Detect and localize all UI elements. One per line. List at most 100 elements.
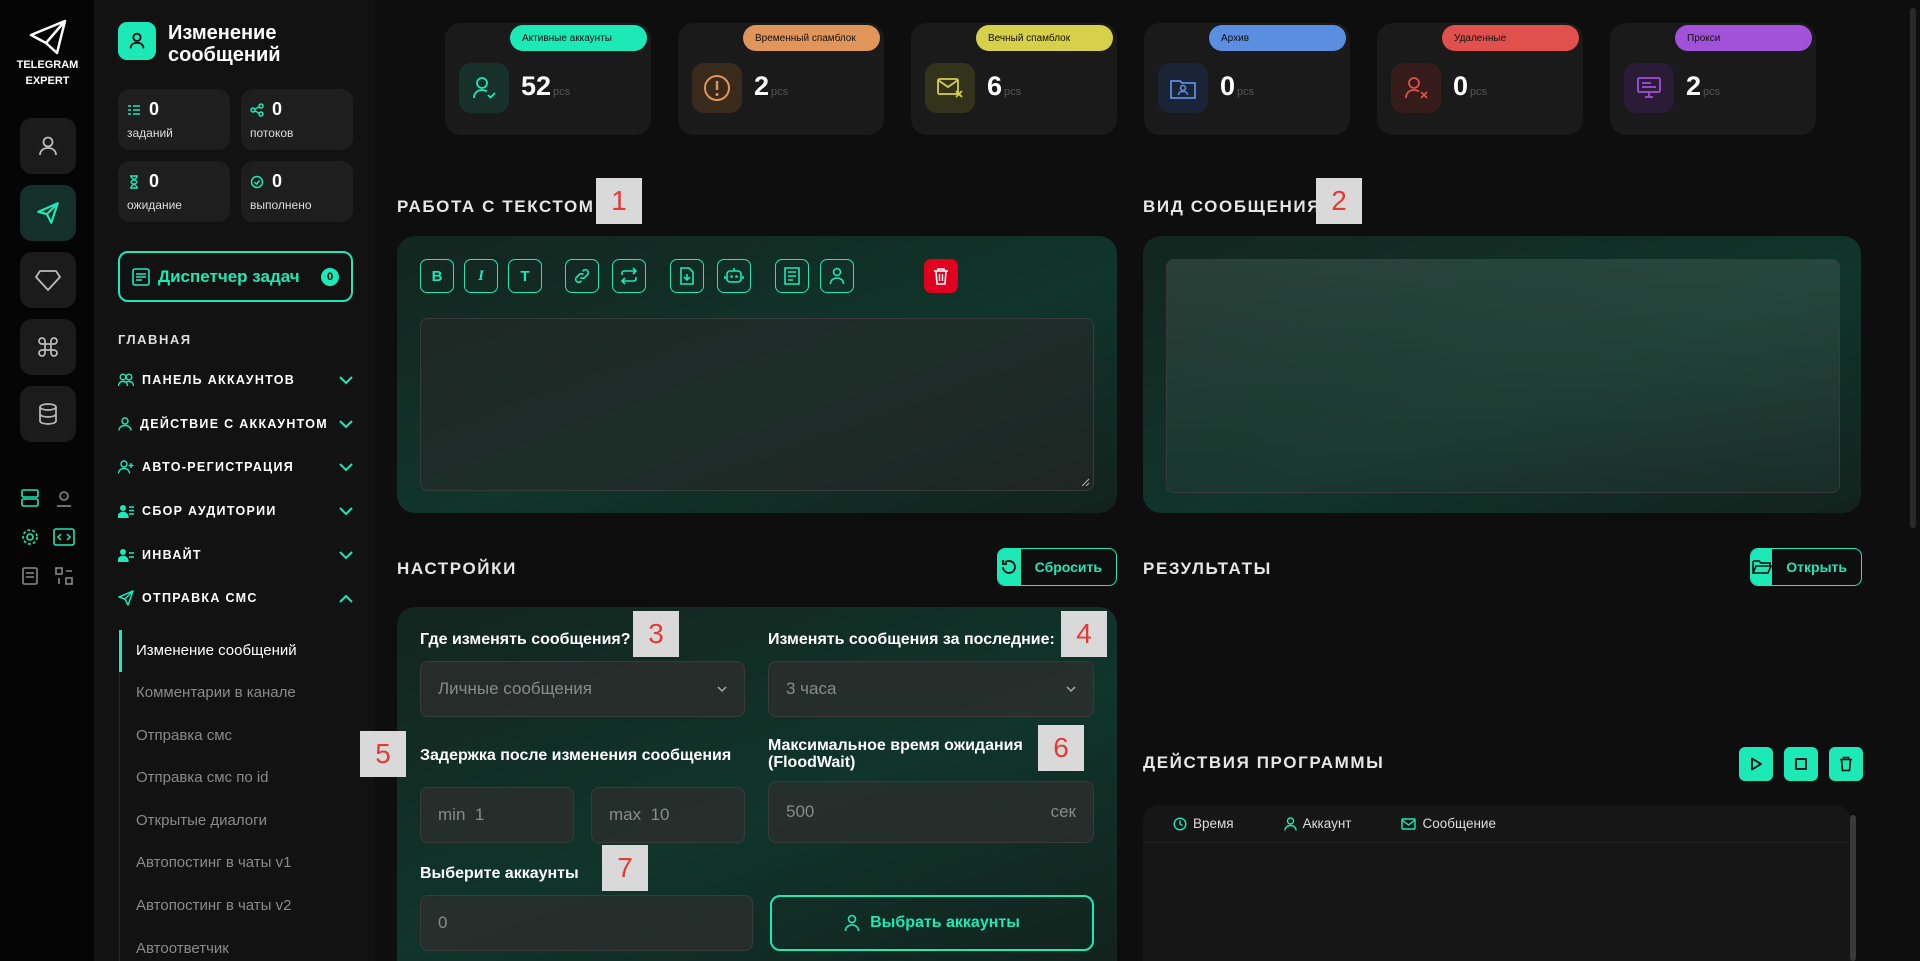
chevron-down-icon — [717, 685, 727, 692]
card-temp-spamblock[interactable]: Временный спамблок 2 pcs — [678, 23, 884, 135]
accounts-input[interactable]: 0 — [420, 895, 753, 951]
stop-button[interactable] — [1784, 747, 1818, 781]
check-circle-icon — [250, 175, 264, 188]
nav-account-actions[interactable]: ДЕЙСТВИЕ С АККАУНТОМ — [118, 410, 353, 438]
card-archive[interactable]: Архив 0 pcs — [1144, 23, 1350, 135]
annotation-marker-7: 7 — [602, 845, 648, 891]
send-icon — [37, 202, 59, 224]
card-label: Удаленные — [1442, 25, 1579, 51]
floodwait-unit: сек — [1050, 802, 1076, 821]
rail-database-button[interactable] — [20, 386, 76, 442]
nav-accounts-panel[interactable]: ПАНЕЛЬ АККАУНТОВ — [118, 366, 353, 394]
period-select[interactable]: 3 часа — [768, 661, 1094, 717]
italic-button[interactable]: I — [464, 259, 498, 293]
rail-mini-server-icon[interactable] — [19, 487, 41, 509]
sub-item-edit-messages[interactable]: Изменение сообщений — [136, 642, 297, 659]
rail-mini-location-icon[interactable] — [53, 487, 75, 509]
delay-min-input[interactable]: min 1 — [420, 787, 574, 843]
card-proxy[interactable]: Прокси 2 pcs — [1610, 23, 1816, 135]
where-select[interactable]: Личные сообщения — [420, 661, 745, 717]
clear-text-button[interactable] — [924, 259, 958, 293]
nav-invite[interactable]: ИНВАЙТ — [118, 541, 353, 569]
log-column-message[interactable]: Сообщение — [1401, 816, 1496, 831]
rail-accounts-button[interactable] — [20, 118, 76, 174]
nav-label: ОТПРАВКА СМС — [142, 591, 258, 605]
rail-mini-document-icon[interactable] — [19, 565, 41, 587]
actions-title: ДЕЙСТВИЯ ПРОГРАММЫ — [1143, 753, 1385, 772]
message-text-input[interactable] — [420, 318, 1094, 491]
rail-mini-code-icon[interactable] — [53, 526, 75, 548]
task-dispatcher-button[interactable]: Диспетчер задач 0 — [118, 251, 353, 302]
rail-premium-button[interactable] — [20, 252, 76, 308]
sub-item-open-dialogs[interactable]: Открытые диалоги — [136, 812, 267, 829]
period-label: Изменять сообщения за последние: — [768, 631, 1055, 648]
card-value: 2 — [754, 71, 770, 101]
card-value: 6 — [987, 71, 1003, 101]
user-x-icon — [1391, 63, 1441, 113]
delay-max-input[interactable]: max 10 — [591, 787, 745, 843]
floodwait-input[interactable]: 500 сек — [768, 781, 1094, 843]
app-logo[interactable]: TELEGRAM EXPERT — [0, 18, 95, 88]
link-button[interactable] — [565, 259, 599, 293]
stat-threads: 0 потоков — [241, 89, 353, 150]
sub-item-autoposting-v1[interactable]: Автопостинг в чаты v1 — [136, 854, 291, 871]
text-format-button[interactable]: T — [508, 259, 542, 293]
card-active-accounts[interactable]: Активные аккаунты 52 pcs — [445, 23, 651, 135]
chevron-down-icon — [1066, 685, 1076, 692]
task-dispatcher-count: 0 — [321, 267, 339, 286]
log-column-time[interactable]: Время — [1173, 816, 1234, 831]
nav-auto-registration[interactable]: АВТО-РЕГИСТРАЦИЯ — [118, 453, 353, 481]
bot-button[interactable] — [717, 259, 751, 293]
nav-sms-sending[interactable]: ОТПРАВКА СМС — [118, 584, 353, 612]
floodwait-label: Максимальное время ожидания (FloodWait) — [768, 737, 1023, 771]
delay-max-prefix: max — [609, 805, 642, 824]
mail-block-icon — [925, 63, 975, 113]
sidebar-section-label: ГЛАВНАЯ — [118, 332, 192, 347]
period-select-value: 3 часа — [786, 679, 837, 698]
log-scrollbar[interactable] — [1850, 815, 1856, 961]
resize-handle-icon[interactable] — [1080, 477, 1090, 487]
card-unit: pcs — [1004, 86, 1022, 98]
sub-item-channel-comments[interactable]: Комментарии в канале — [136, 684, 296, 701]
card-perm-spamblock[interactable]: Вечный спамблок 6 pcs — [911, 23, 1117, 135]
sub-item-sms-by-id[interactable]: Отправка смс по id — [136, 769, 269, 786]
annotation-marker-5: 5 — [360, 731, 406, 777]
rail-mini-grid-icon[interactable] — [53, 565, 75, 587]
sub-item-sms-sending[interactable]: Отправка смс — [136, 727, 232, 744]
results-title: РЕЗУЛЬТАТЫ — [1143, 559, 1272, 578]
rail-mini-gear-icon[interactable] — [19, 526, 41, 548]
tasks-icon — [128, 104, 140, 115]
chevron-down-icon — [339, 550, 353, 559]
edit-user-icon — [118, 22, 156, 60]
repeat-button[interactable] — [612, 259, 646, 293]
trash-icon — [1840, 756, 1852, 772]
card-value: 52 — [521, 71, 552, 101]
accounts-value: 0 — [438, 913, 448, 932]
rail-send-button[interactable] — [20, 185, 76, 241]
nav-audience-collection[interactable]: СБОР АУДИТОРИИ — [118, 497, 353, 525]
insert-file-button[interactable] — [670, 259, 704, 293]
log-column-account[interactable]: Аккаунт — [1283, 816, 1351, 831]
rail-command-button[interactable] — [20, 319, 76, 375]
card-unit: pcs — [553, 86, 571, 98]
settings-title: НАСТРОЙКИ — [397, 559, 517, 578]
sub-item-autoresponder[interactable]: Автоответчик — [136, 940, 229, 957]
card-value: 0 — [1453, 71, 1469, 101]
user-plus-icon — [118, 460, 134, 474]
contact-button[interactable] — [820, 259, 854, 293]
spintax-button[interactable] — [775, 259, 809, 293]
open-results-button[interactable]: Открыть — [1750, 548, 1862, 586]
card-deleted[interactable]: Удаленные 0 pcs — [1377, 23, 1583, 135]
page-title: Изменение сообщений — [168, 22, 281, 66]
diamond-icon — [35, 270, 61, 291]
start-button[interactable] — [1739, 747, 1773, 781]
clear-log-button[interactable] — [1829, 747, 1863, 781]
reset-button[interactable]: Сбросить — [997, 548, 1117, 586]
sub-item-autoposting-v2[interactable]: Автопостинг в чаты v2 — [136, 897, 291, 914]
stat-done-value: 0 — [272, 171, 283, 191]
bold-button[interactable]: B — [420, 259, 454, 293]
stat-done: 0 выполнено — [241, 161, 353, 222]
stop-icon — [1795, 758, 1807, 770]
page-scrollbar[interactable] — [1910, 8, 1916, 528]
select-accounts-button[interactable]: Выбрать аккаунты — [770, 895, 1094, 951]
